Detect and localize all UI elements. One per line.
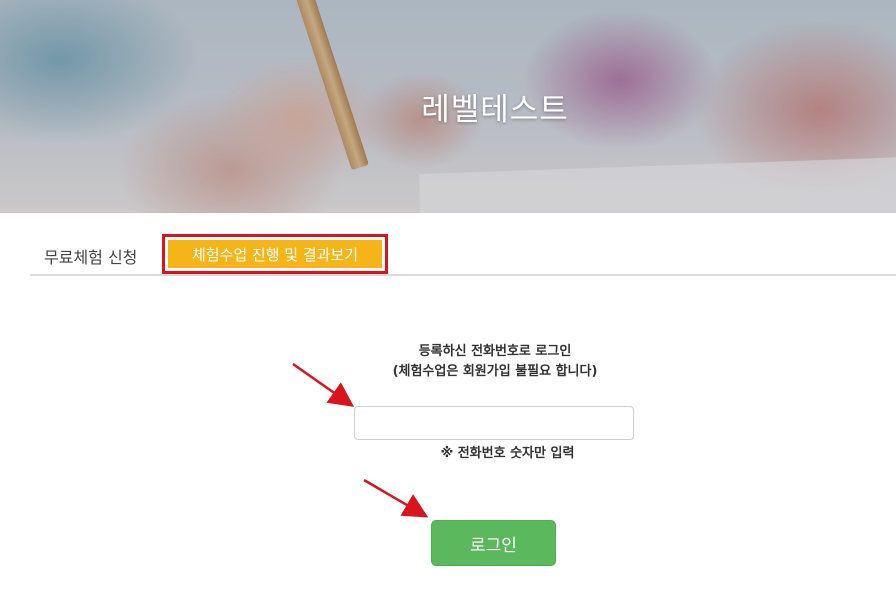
login-button[interactable]: 로그인	[431, 520, 556, 566]
tab-free-trial[interactable]: 무료체험 신청	[44, 244, 137, 268]
page-title: 레벨테스트	[421, 92, 569, 128]
login-description: 등록하신 전화번호로 로그인 (체험수업은 회원가입 불필요 합니다)	[300, 342, 690, 382]
login-description-line1: 등록하신 전화번호로 로그인	[418, 344, 572, 359]
phone-note: ※ 전화번호 숫자만 입력	[440, 446, 575, 461]
tab-trial-results[interactable]: 체험수업 진행 및 결과보기	[168, 240, 382, 268]
hero-banner: 레벨테스트	[0, 0, 896, 213]
tab-bar: 무료체험 신청 체험수업 진행 및 결과보기	[30, 232, 896, 276]
phone-number-input[interactable]	[354, 406, 634, 440]
arrow-to-login-button	[363, 478, 429, 518]
login-description-line2: (체험수업은 회원가입 불필요 합니다)	[392, 364, 598, 379]
tab-highlight-box: 체험수업 진행 및 결과보기	[162, 234, 388, 274]
